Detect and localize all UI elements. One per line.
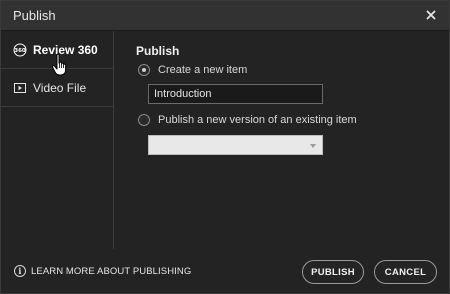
info-icon: i <box>14 265 26 277</box>
hand-cursor-icon <box>51 53 71 77</box>
option-create-new-label: Create a new item <box>158 64 248 76</box>
learn-more-label: LEARN MORE ABOUT PUBLISHING <box>31 265 192 277</box>
chevron-down-icon <box>310 144 316 148</box>
title-bar: Publish <box>1 1 449 31</box>
learn-more-link[interactable]: i LEARN MORE ABOUT PUBLISHING <box>14 265 191 277</box>
section-title: Publish <box>136 44 180 58</box>
close-icon[interactable] <box>423 7 439 23</box>
video-file-icon <box>13 81 27 95</box>
dialog-title: Publish <box>13 8 56 23</box>
publish-dialog: Publish 360 Review 360 Video File Publis… <box>0 0 450 294</box>
option-create-new[interactable]: Create a new item <box>138 64 247 76</box>
option-existing-label: Publish a new version of an existing ite… <box>158 114 357 126</box>
publish-options: Publish Create a new item Publish a new … <box>136 31 436 249</box>
svg-text:360: 360 <box>14 48 26 54</box>
existing-item-select[interactable] <box>148 135 323 155</box>
review-360-icon: 360 <box>13 43 27 57</box>
radio-create-new[interactable] <box>138 64 150 76</box>
sidebar: 360 Review 360 Video File <box>1 31 114 249</box>
option-existing[interactable]: Publish a new version of an existing ite… <box>138 114 357 126</box>
cancel-button[interactable]: CANCEL <box>374 260 437 284</box>
sidebar-item-label: Video File <box>33 80 87 95</box>
publish-button[interactable]: PUBLISH <box>302 260 364 284</box>
radio-existing-item[interactable] <box>138 114 150 126</box>
item-name-input[interactable] <box>148 84 323 104</box>
